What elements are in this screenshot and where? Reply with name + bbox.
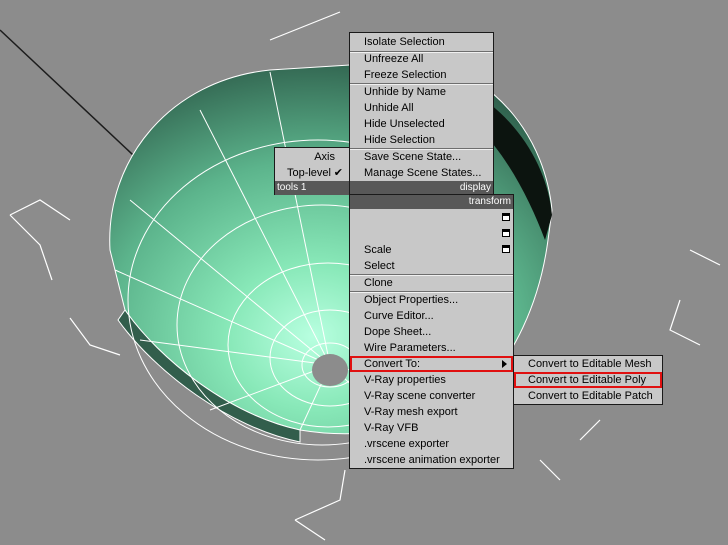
menu-item-label: Convert to Editable Mesh (528, 358, 652, 370)
menu-item-vray-vfb[interactable]: V-Ray VFB (350, 420, 513, 436)
menu-item-vray-mesh-export[interactable]: V-Ray mesh export (350, 404, 513, 420)
menu-item-label: V-Ray mesh export (364, 406, 458, 418)
menu-item-curve-editor[interactable]: Curve Editor... (350, 308, 513, 324)
submenu-arrow-icon (502, 360, 507, 368)
menu-item-vray-scene-converter[interactable]: V-Ray scene converter (350, 388, 513, 404)
menu-item-dope-sheet[interactable]: Dope Sheet... (350, 324, 513, 340)
menu-item-convert-editable-patch[interactable]: Convert to Editable Patch (514, 388, 662, 404)
menu-item-hide-selection[interactable]: Hide Selection (350, 132, 493, 148)
menu-item-isolate-selection[interactable]: Isolate Selection (350, 34, 493, 50)
menu-item-label: Manage Scene States... (364, 167, 482, 179)
menu-item-label: Freeze Selection (364, 69, 447, 81)
menu-item-label: Scale (364, 244, 392, 256)
menu-item-unhide-by-name[interactable]: Unhide by Name (350, 84, 493, 100)
menu-item-label: Convert to Editable Patch (528, 390, 653, 402)
menu-item-axis[interactable]: Axis (275, 149, 349, 165)
menu-item-move[interactable] (350, 210, 513, 226)
menu-item-label: Hide Selection (364, 134, 435, 146)
check-icon: ✔ (333, 167, 343, 179)
menu-item-label: Select (364, 260, 395, 272)
submenu-convert-to: Convert to Editable Mesh Convert to Edit… (513, 355, 663, 405)
menu-item-unhide-all[interactable]: Unhide All (350, 100, 493, 116)
menu-item-vrscene-exporter[interactable]: .vrscene exporter (350, 436, 513, 452)
menu-item-vrscene-animation-exporter[interactable]: .vrscene animation exporter (350, 452, 513, 468)
quad-header-label: transform (468, 196, 511, 207)
menu-item-label: .vrscene animation exporter (364, 454, 500, 466)
menu-item-rotate[interactable] (350, 226, 513, 242)
menu-item-manage-scene-states[interactable]: Manage Scene States... (350, 165, 493, 181)
menu-item-label: Top-level (286, 167, 331, 179)
quad-header-tools: tools 1 (275, 181, 349, 195)
menu-item-label: Convert To: (364, 358, 421, 370)
menu-item-label: Unfreeze All (364, 53, 424, 65)
menu-item-save-scene-state[interactable]: Save Scene State... (350, 149, 493, 165)
menu-item-vray-properties[interactable]: V-Ray properties (350, 372, 513, 388)
menu-item-hide-unselected[interactable]: Hide Unselected (350, 116, 493, 132)
bowl-hole (312, 354, 348, 386)
menu-item-clone[interactable]: Clone (350, 275, 513, 291)
menu-item-object-properties[interactable]: Object Properties... (350, 292, 513, 308)
menu-item-label: Hide Unselected (364, 118, 445, 130)
quad-header-label: display (459, 182, 491, 193)
menu-item-wire-parameters[interactable]: Wire Parameters... (350, 340, 513, 356)
menu-item-label: Dope Sheet... (364, 326, 432, 338)
menu-item-convert-editable-poly[interactable]: Convert to Editable Poly (514, 372, 662, 388)
quad-menu-transform: transform Scale Select Clone Object Prop… (349, 194, 514, 469)
settings-box-icon[interactable] (502, 229, 510, 237)
menu-item-label: Convert to Editable Poly (528, 374, 647, 386)
menu-item-top-level[interactable]: Top-level ✔ (275, 165, 349, 181)
quad-menu-tools: Axis Top-level ✔ tools 1 (274, 147, 350, 195)
quad-header-label: tools 1 (277, 182, 307, 193)
menu-item-convert-to[interactable]: Convert To: (350, 356, 513, 372)
menu-item-label: Unhide by Name (364, 86, 446, 98)
menu-item-label: Wire Parameters... (364, 342, 456, 354)
menu-item-label: Unhide All (364, 102, 414, 114)
menu-item-convert-editable-mesh[interactable]: Convert to Editable Mesh (514, 356, 662, 372)
menu-item-label: Clone (364, 277, 393, 289)
menu-item-label: Curve Editor... (364, 310, 434, 322)
quad-header-transform: transform (350, 195, 513, 209)
settings-box-icon[interactable] (502, 245, 510, 253)
menu-item-label: .vrscene exporter (364, 438, 449, 450)
menu-item-label: Axis (314, 151, 335, 163)
menu-item-scale[interactable]: Scale (350, 242, 513, 258)
quad-header-display: display (350, 181, 493, 195)
menu-item-select[interactable]: Select (350, 258, 513, 274)
quad-menu-display: Isolate Selection Unfreeze All Freeze Se… (349, 32, 494, 195)
settings-box-icon[interactable] (502, 213, 510, 221)
menu-item-unfreeze-all[interactable]: Unfreeze All (350, 51, 493, 67)
menu-item-label: Isolate Selection (364, 36, 445, 48)
menu-item-label: V-Ray scene converter (364, 390, 476, 402)
menu-item-label: V-Ray VFB (364, 422, 419, 434)
menu-item-label: Save Scene State... (364, 151, 462, 163)
menu-item-label: V-Ray properties (364, 374, 446, 386)
menu-item-freeze-selection[interactable]: Freeze Selection (350, 67, 493, 83)
menu-item-label: Object Properties... (364, 294, 459, 306)
